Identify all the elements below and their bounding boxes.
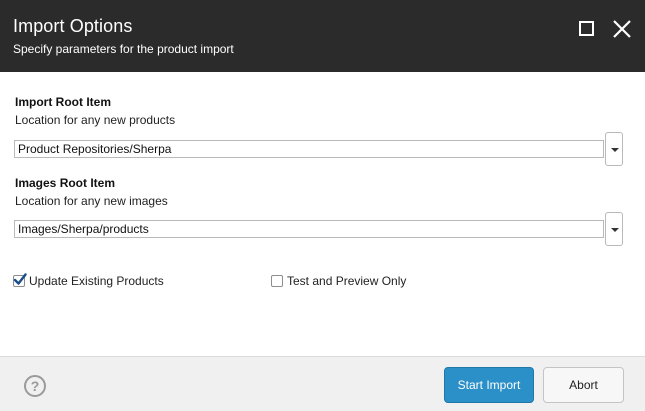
test-preview-label: Test and Preview Only xyxy=(287,274,407,288)
import-root-title: Import Root Item xyxy=(15,95,111,109)
chevron-down-icon xyxy=(611,148,619,152)
update-existing-option[interactable]: Update Existing Products xyxy=(13,273,164,289)
dialog-header: Import Options Specify parameters for th… xyxy=(0,0,645,72)
update-existing-checkbox[interactable] xyxy=(13,273,27,287)
import-root-select[interactable]: Product Repositories/Sherpa xyxy=(14,132,623,166)
dialog-title: Import Options xyxy=(13,16,133,36)
import-root-description: Location for any new products xyxy=(15,113,176,127)
chevron-down-icon xyxy=(611,228,619,232)
dialog-footer: ? Start Import Abort xyxy=(0,356,645,411)
test-preview-option[interactable]: Test and Preview Only xyxy=(271,273,406,289)
maximize-button[interactable] xyxy=(575,18,597,40)
import-root-value[interactable]: Product Repositories/Sherpa xyxy=(14,140,604,158)
import-root-dropdown-button[interactable] xyxy=(605,132,623,166)
checkmark-icon xyxy=(13,273,27,285)
images-root-select[interactable]: Images/Sherpa/products xyxy=(14,212,623,246)
images-root-description: Location for any new images xyxy=(15,194,168,208)
close-icon xyxy=(613,20,631,38)
images-root-value[interactable]: Images/Sherpa/products xyxy=(14,220,604,238)
import-options-dialog: Import Options Specify parameters for th… xyxy=(0,0,645,411)
abort-button[interactable]: Abort xyxy=(543,367,624,403)
images-root-dropdown-button[interactable] xyxy=(605,212,623,246)
images-root-title: Images Root Item xyxy=(15,176,116,190)
dialog-subtitle: Specify parameters for the product impor… xyxy=(13,42,234,56)
update-existing-label: Update Existing Products xyxy=(29,274,164,288)
maximize-icon xyxy=(579,21,594,36)
test-preview-checkbox[interactable] xyxy=(271,275,283,287)
help-icon[interactable]: ? xyxy=(24,375,46,397)
start-import-button[interactable]: Start Import xyxy=(444,367,534,403)
close-button[interactable] xyxy=(611,18,633,40)
